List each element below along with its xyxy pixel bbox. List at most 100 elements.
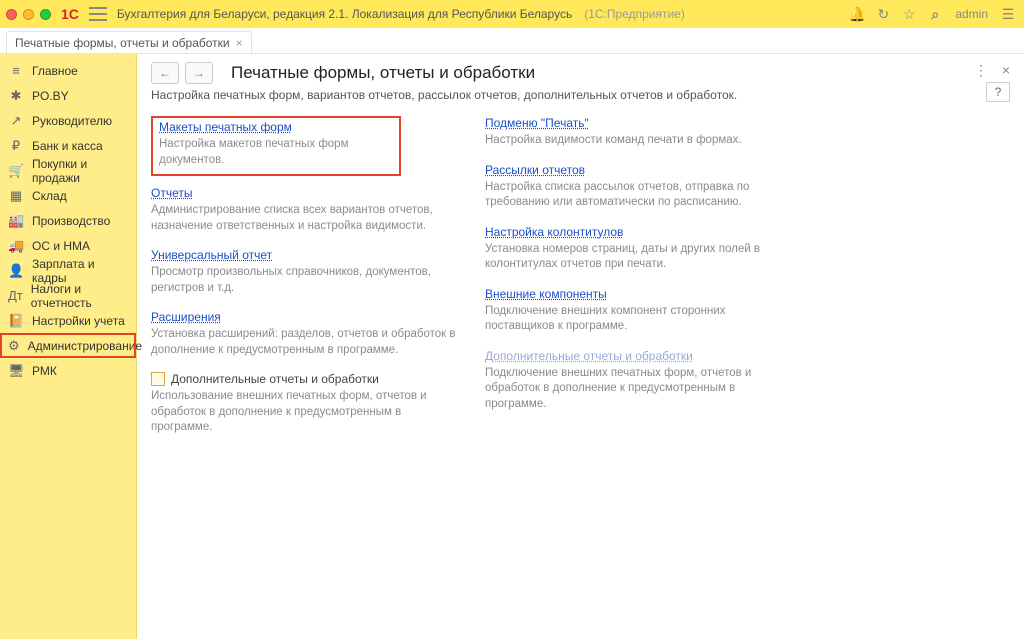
- block-link[interactable]: Настройка колонтитулов: [485, 225, 623, 239]
- window-controls: [6, 9, 51, 20]
- sidebar-item-2[interactable]: ↗ Руководителю: [0, 108, 136, 133]
- tab-bar: Печатные формы, отчеты и обработки ×: [0, 28, 1024, 54]
- minimize-window-button[interactable]: [23, 9, 34, 20]
- titlebar: 1C Бухгалтерия для Беларуси, редакция 2.…: [0, 0, 1024, 28]
- sidebar-icon: ✱: [8, 88, 24, 104]
- sidebar-icon: 👤: [8, 263, 24, 279]
- maximize-window-button[interactable]: [40, 9, 51, 20]
- block-desc: Использование внешних печатных форм, отч…: [151, 389, 461, 436]
- tab-label: Печатные формы, отчеты и обработки: [15, 36, 230, 50]
- left-column: Макеты печатных форм Настройка макетов пе…: [151, 116, 461, 450]
- sidebar-item-1[interactable]: ✱ PO.BY: [0, 83, 136, 108]
- block-desc: Настройка макетов печатных форм документ…: [159, 137, 393, 168]
- checkbox[interactable]: [151, 372, 165, 386]
- sidebar-label: РМК: [32, 364, 57, 378]
- block-right-2: Настройка колонтитулов Установка номеров …: [485, 225, 795, 273]
- logo-1c: 1C: [61, 6, 79, 22]
- checkbox-label: Дополнительные отчеты и обработки: [171, 372, 379, 386]
- block-left-1: Отчеты Администрирование списка всех вари…: [151, 186, 461, 234]
- block-desc: Настройка видимости команд печати в форм…: [485, 133, 795, 149]
- sidebar-label: Зарплата и кадры: [32, 257, 128, 285]
- block-right-4: Дополнительные отчеты и обработки Подключ…: [485, 349, 795, 413]
- sidebar-item-0[interactable]: ≡ Главное: [0, 58, 136, 83]
- block-desc: Настройка списка рассылок отчетов, отпра…: [485, 180, 795, 211]
- block-right-0: Подменю "Печать" Настройка видимости кома…: [485, 116, 795, 149]
- sidebar-item-4[interactable]: 🛒 Покупки и продажи: [0, 158, 136, 183]
- tab-active[interactable]: Печатные формы, отчеты и обработки ×: [6, 31, 252, 53]
- sidebar-label: Главное: [32, 64, 78, 78]
- block-left-2: Универсальный отчет Просмотр произвольных…: [151, 248, 461, 296]
- app-title: Бухгалтерия для Беларуси, редакция 2.1. …: [117, 7, 572, 21]
- more-actions-icon[interactable]: ⋮: [974, 62, 988, 79]
- block-desc: Просмотр произвольных справочников, доку…: [151, 265, 461, 296]
- sidebar-item-9[interactable]: Дт Налоги и отчетность: [0, 283, 136, 308]
- user-label[interactable]: admin: [955, 7, 988, 21]
- checkbox-row[interactable]: Дополнительные отчеты и обработки: [151, 372, 461, 386]
- sidebar-icon: 🏭: [8, 213, 24, 229]
- block-left-3: Расширения Установка расширений: разделов…: [151, 310, 461, 358]
- sidebar-label: Налоги и отчетность: [31, 282, 128, 310]
- sidebar: ≡ Главное ✱ PO.BY ↗ Руководителю ₽ Банк и касса…: [0, 54, 137, 639]
- sidebar-label: Склад: [32, 189, 67, 203]
- main-menu-button[interactable]: [89, 7, 107, 21]
- sidebar-label: Производство: [32, 214, 110, 228]
- block-link[interactable]: Расширения: [151, 310, 221, 324]
- sidebar-label: Покупки и продажи: [32, 157, 128, 185]
- sidebar-label: Банк и касса: [32, 139, 103, 153]
- checkbox-block: Дополнительные отчеты и обработки Использ…: [151, 372, 461, 436]
- settings-menu-icon[interactable]: ☰: [998, 6, 1018, 23]
- sidebar-label: Настройки учета: [32, 314, 125, 328]
- page-description: Настройка печатных форм, вариантов отчет…: [151, 88, 1010, 102]
- block-link: Дополнительные отчеты и обработки: [485, 349, 693, 363]
- tab-close-icon[interactable]: ×: [236, 36, 243, 50]
- sidebar-item-8[interactable]: 👤 Зарплата и кадры: [0, 258, 136, 283]
- page-title: Печатные формы, отчеты и обработки: [231, 63, 535, 83]
- sidebar-label: Руководителю: [32, 114, 112, 128]
- sidebar-icon: 🛒: [8, 163, 24, 179]
- block-link[interactable]: Внешние компоненты: [485, 287, 607, 301]
- sidebar-item-3[interactable]: ₽ Банк и касса: [0, 133, 136, 158]
- sidebar-label: Администрирование: [28, 339, 142, 353]
- sidebar-item-6[interactable]: 🏭 Производство: [0, 208, 136, 233]
- sidebar-item-7[interactable]: 🚚ОС и НМА: [0, 233, 136, 258]
- bell-icon[interactable]: 🔔: [847, 6, 867, 23]
- sidebar-icon: ₽: [8, 138, 24, 154]
- block-desc: Администрирование списка всех вариантов …: [151, 203, 461, 234]
- block-right-1: Рассылки отчетов Настройка списка рассыло…: [485, 163, 795, 211]
- block-link[interactable]: Универсальный отчет: [151, 248, 272, 262]
- history-icon[interactable]: ↻: [873, 6, 893, 23]
- nav-forward-button[interactable]: →: [185, 62, 213, 84]
- block-desc: Установка номеров страниц, даты и других…: [485, 242, 795, 273]
- right-column: Подменю "Печать" Настройка видимости кома…: [485, 116, 795, 450]
- sidebar-item-12[interactable]: 🖥 РМК: [0, 358, 136, 383]
- sidebar-icon: 🖥: [8, 363, 24, 379]
- sidebar-icon: ↗: [8, 113, 24, 129]
- sidebar-icon: 📔: [8, 313, 24, 329]
- block-link[interactable]: Макеты печатных форм: [159, 120, 292, 134]
- block-link[interactable]: Рассылки отчетов: [485, 163, 585, 177]
- close-page-icon[interactable]: ×: [1002, 62, 1010, 79]
- block-desc: Подключение внешних компонент сторонних …: [485, 304, 795, 335]
- sidebar-icon: ≡: [8, 63, 24, 78]
- sidebar-icon: ⚙: [8, 338, 20, 354]
- sidebar-item-5[interactable]: ▦ Склад: [0, 183, 136, 208]
- block-right-3: Внешние компоненты Подключение внешних ко…: [485, 287, 795, 335]
- sidebar-label: PO.BY: [32, 89, 69, 103]
- highlighted-block: Макеты печатных форм Настройка макетов пе…: [151, 116, 401, 176]
- nav-back-button[interactable]: ←: [151, 62, 179, 84]
- block-link[interactable]: Подменю "Печать": [485, 116, 589, 130]
- search-icon[interactable]: ⌕: [925, 6, 945, 23]
- sidebar-icon: Дт: [8, 288, 23, 303]
- sidebar-item-10[interactable]: 📔 Настройки учета: [0, 308, 136, 333]
- help-button[interactable]: ?: [986, 82, 1010, 102]
- app-subtitle: (1С:Предприятие): [584, 7, 685, 21]
- block-desc: Установка расширений: разделов, отчетов …: [151, 327, 461, 358]
- sidebar-item-11[interactable]: ⚙Администрирование: [0, 333, 136, 358]
- content-area: ⋮ × ← → Печатные формы, отчеты и обработ…: [137, 54, 1024, 639]
- sidebar-icon: ▦: [8, 188, 24, 204]
- sidebar-icon: 🚚: [8, 238, 24, 254]
- star-icon[interactable]: ☆: [899, 6, 919, 23]
- block-desc: Подключение внешних печатных форм, отчет…: [485, 366, 795, 413]
- block-link[interactable]: Отчеты: [151, 186, 192, 200]
- close-window-button[interactable]: [6, 9, 17, 20]
